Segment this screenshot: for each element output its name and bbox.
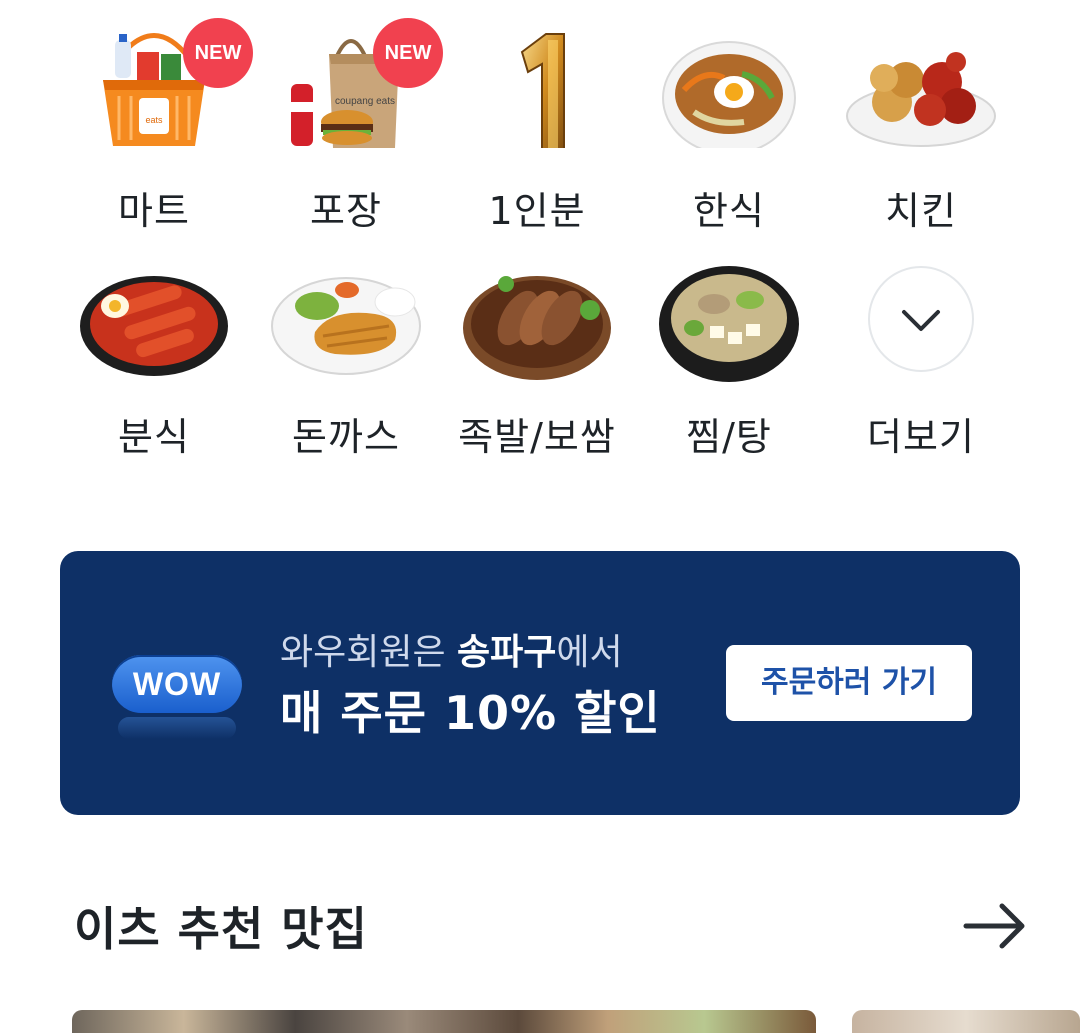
stew-icon bbox=[654, 254, 804, 384]
new-badge: NEW bbox=[183, 18, 253, 88]
category-label: 더보기 bbox=[867, 415, 975, 459]
basket-sign-text: eats bbox=[145, 115, 163, 125]
category-label: 한식 bbox=[693, 189, 765, 233]
number-one-icon bbox=[462, 18, 612, 148]
tteokbokki-icon bbox=[79, 254, 229, 384]
category-takeout[interactable]: coupang eats NEW 포장 bbox=[250, 18, 443, 233]
wow-promo-banner[interactable]: WOW 와우회원은 송파구에서 매 주문 10% 할인 주문하러 가기 bbox=[60, 551, 1020, 815]
order-now-button[interactable]: 주문하러 가기 bbox=[726, 645, 972, 721]
category-chicken[interactable]: 치킨 bbox=[825, 18, 1017, 233]
category-stew-soup[interactable]: 찜/탕 bbox=[633, 254, 825, 459]
bibimbap-icon bbox=[654, 18, 804, 148]
shopping-basket-icon: eats NEW bbox=[79, 18, 253, 148]
wow-badge: WOW bbox=[112, 655, 242, 713]
category-pork-cutlet[interactable]: 돈까스 bbox=[250, 254, 442, 459]
section-title: 이츠 추천 맛집 bbox=[74, 902, 368, 956]
takeout-bag-icon: coupang eats NEW bbox=[271, 18, 443, 148]
restaurant-card-image[interactable] bbox=[72, 1010, 816, 1033]
category-label: 치킨 bbox=[885, 189, 957, 233]
banner-title: 매 주문 10% 할인 bbox=[280, 686, 661, 740]
more-categories-button[interactable] bbox=[868, 266, 974, 372]
category-korean[interactable]: 한식 bbox=[633, 18, 825, 233]
jokbal-icon bbox=[462, 254, 612, 384]
wow-badge-reflection bbox=[118, 717, 236, 739]
category-label: 찜/탕 bbox=[686, 415, 772, 459]
banner-location: 송파구 bbox=[457, 632, 557, 673]
category-jokbal-bossam[interactable]: 족발/보쌈 bbox=[441, 254, 633, 459]
chevron-down-icon bbox=[902, 310, 940, 331]
banner-subtitle-prefix: 와우회원은 bbox=[280, 632, 458, 673]
category-label: 마트 bbox=[118, 189, 190, 233]
category-label: 포장 bbox=[310, 189, 382, 233]
restaurant-card-image[interactable] bbox=[852, 1010, 1080, 1033]
fried-chicken-icon bbox=[846, 18, 996, 148]
new-badge: NEW bbox=[373, 18, 443, 88]
arrow-right-icon[interactable] bbox=[962, 900, 1028, 952]
banner-subtitle-suffix: 에서 bbox=[556, 632, 623, 673]
category-single-serving[interactable]: 1인분 bbox=[441, 18, 633, 233]
pork-cutlet-icon bbox=[271, 254, 421, 384]
category-label: 족발/보쌈 bbox=[458, 415, 616, 459]
category-label: 돈까스 bbox=[292, 415, 400, 459]
category-label: 1인분 bbox=[488, 189, 586, 233]
banner-subtitle: 와우회원은 송파구에서 bbox=[280, 623, 623, 675]
category-label: 분식 bbox=[118, 415, 190, 459]
bag-brand-text: coupang eats bbox=[334, 96, 396, 107]
category-bunsik[interactable]: 분식 bbox=[58, 254, 250, 459]
category-mart[interactable]: eats NEW 마트 bbox=[58, 18, 253, 233]
